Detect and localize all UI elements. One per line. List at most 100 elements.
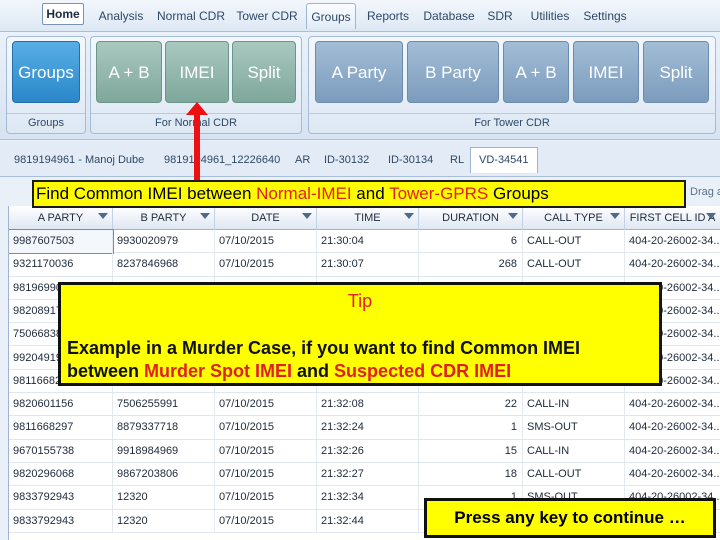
table-cell[interactable]: 07/10/2015 xyxy=(215,463,317,486)
filter-funnel-icon[interactable] xyxy=(404,213,414,219)
tab-tower-cdr[interactable]: Tower CDR xyxy=(234,3,300,29)
table-cell[interactable]: 9918984969 xyxy=(113,439,215,463)
table-cell[interactable]: 07/10/2015 xyxy=(215,416,317,440)
column-header[interactable]: DATE xyxy=(215,206,317,230)
table-cell[interactable]: 21:32:08 xyxy=(317,393,419,417)
table-cell[interactable]: 9670155738 xyxy=(9,439,113,463)
table-cell[interactable]: 9321170036 xyxy=(9,253,113,277)
column-header[interactable]: DURATION xyxy=(419,206,523,230)
table-cell[interactable]: CALL-IN xyxy=(523,439,625,463)
filter-funnel-icon[interactable] xyxy=(200,213,210,219)
table-cell[interactable]: 404-20-26002-34... xyxy=(625,416,720,439)
table-cell[interactable]: 7506255991 xyxy=(113,393,215,417)
tower-imei-button[interactable]: IMEI xyxy=(573,41,639,103)
table-cell[interactable]: 21:32:44 xyxy=(317,509,419,533)
table-cell[interactable]: 07/10/2015 xyxy=(215,486,317,510)
table-cell[interactable]: 9833792943 xyxy=(9,486,113,510)
tower-a-party-button[interactable]: A Party xyxy=(315,41,403,103)
table-cell[interactable]: CALL-OUT xyxy=(523,463,625,486)
doc-tab-ar[interactable]: AR xyxy=(295,149,310,171)
table-row[interactable]: 9987607503 9930020979 07/10/2015 21:30:04 6 C… xyxy=(9,229,720,254)
ribbon-group-tower-cdr: A Party B Party A + B IMEI Split For Tow… xyxy=(308,36,716,134)
tab-utilities[interactable]: Utilities xyxy=(522,3,578,29)
table-row[interactable]: 9820296068 9867203806 07/10/2015 21:32:27 18… xyxy=(9,463,720,487)
tower-b-party-button[interactable]: B Party xyxy=(407,41,499,103)
table-cell[interactable]: 9820601156 xyxy=(9,393,113,417)
normal-a-plus-b-button[interactable]: A + B xyxy=(96,41,162,103)
table-cell[interactable]: 22 xyxy=(419,393,523,417)
normal-imei-button[interactable]: IMEI xyxy=(165,41,229,103)
filter-funnel-icon[interactable] xyxy=(98,213,108,219)
table-cell[interactable]: 07/10/2015 xyxy=(215,230,317,253)
tab-normal-cdr[interactable]: Normal CDR xyxy=(154,3,228,29)
table-cell[interactable]: 9811668297 xyxy=(9,416,113,440)
filter-funnel-icon[interactable] xyxy=(508,213,518,219)
table-cell[interactable]: 07/10/2015 xyxy=(215,509,317,533)
groups-button[interactable]: Groups xyxy=(12,41,80,103)
banner-text: Find Common IMEI between xyxy=(36,184,257,203)
column-header[interactable]: TIME xyxy=(317,206,419,230)
table-cell[interactable]: 404-20-26002-34... xyxy=(625,393,720,416)
table-row[interactable]: 9820601156 7506255991 07/10/2015 21:32:08 22… xyxy=(9,393,720,417)
table-row[interactable]: 9670155738 9918984969 07/10/2015 21:32:26 15… xyxy=(9,439,720,463)
table-cell[interactable]: 21:32:24 xyxy=(317,416,419,440)
table-cell[interactable]: CALL-OUT xyxy=(523,230,625,253)
table-cell[interactable]: 21:32:34 xyxy=(317,486,419,510)
table-cell[interactable]: 18 xyxy=(419,463,523,486)
table-row[interactable]: 9321170036 8237846968 07/10/2015 21:30:07 26… xyxy=(9,253,720,277)
table-cell[interactable]: 21:32:27 xyxy=(317,463,419,486)
tower-a-plus-b-button[interactable]: A + B xyxy=(503,41,569,103)
table-cell[interactable]: 9833792943 xyxy=(9,509,113,533)
column-header[interactable]: B PARTY xyxy=(113,206,215,230)
tower-split-button[interactable]: Split xyxy=(643,41,709,103)
table-cell[interactable]: SMS-OUT xyxy=(523,416,625,440)
doc-tab-rl[interactable]: RL xyxy=(450,149,464,171)
table-cell[interactable]: 404-20-26002-34... xyxy=(625,463,720,486)
table-cell[interactable]: 07/10/2015 xyxy=(215,439,317,463)
table-cell[interactable]: 9820296068 xyxy=(9,463,113,486)
table-cell[interactable]: 9987607503 xyxy=(9,229,114,254)
table-cell[interactable]: 1 xyxy=(419,416,523,440)
table-cell[interactable]: 21:30:07 xyxy=(317,253,419,277)
table-cell[interactable]: CALL-IN xyxy=(523,393,625,417)
doc-tab-id-30134[interactable]: ID-30134 xyxy=(388,149,433,171)
table-cell[interactable]: 8237846968 xyxy=(113,253,215,277)
table-cell[interactable]: 8879337718 xyxy=(113,416,215,440)
table-cell[interactable]: 21:30:04 xyxy=(317,230,419,253)
table-cell[interactable]: 404-20-26002-34... xyxy=(625,440,720,463)
doc-tab-vd-34541[interactable]: VD-34541 xyxy=(470,147,538,173)
table-row[interactable]: 9811668297 8879337718 07/10/2015 21:32:24 1 S… xyxy=(9,416,720,440)
doc-tab-manoj-dube[interactable]: 9819194961 - Manoj Dube xyxy=(14,149,144,171)
table-cell[interactable]: 404-20-26002-34... xyxy=(625,230,720,253)
column-header[interactable]: FIRST CELL ID A xyxy=(625,206,720,230)
tab-sdr[interactable]: SDR xyxy=(484,3,516,29)
filter-funnel-icon[interactable] xyxy=(706,213,716,219)
table-cell[interactable]: 07/10/2015 xyxy=(215,253,317,277)
tab-groups[interactable]: Groups xyxy=(306,3,356,29)
table-cell[interactable]: 15 xyxy=(419,439,523,463)
table-cell[interactable]: CALL-OUT xyxy=(523,253,625,277)
table-cell[interactable]: 268 xyxy=(419,253,523,277)
normal-split-button[interactable]: Split xyxy=(232,41,296,103)
tab-settings[interactable]: Settings xyxy=(580,3,630,29)
table-cell[interactable]: 12320 xyxy=(113,509,215,533)
tab-analysis[interactable]: Analysis xyxy=(92,3,150,29)
tab-database[interactable]: Database xyxy=(420,3,478,29)
column-header[interactable]: A PARTY xyxy=(9,206,113,230)
doc-tab-id-30132[interactable]: ID-30132 xyxy=(324,149,369,171)
table-cell[interactable]: 404-20-26002-34... xyxy=(625,253,720,276)
table-cell[interactable]: 9930020979 xyxy=(113,230,215,253)
continue-prompt[interactable]: Press any key to continue … xyxy=(424,498,716,538)
column-header[interactable]: CALL TYPE xyxy=(523,206,625,230)
doc-tab-12226640[interactable]: 9819194961_12226640 xyxy=(164,149,280,171)
table-cell[interactable]: 6 xyxy=(419,230,523,253)
filter-funnel-icon[interactable] xyxy=(610,213,620,219)
table-cell[interactable]: 21:32:26 xyxy=(317,439,419,463)
table-cell[interactable]: 07/10/2015 xyxy=(215,393,317,417)
filter-funnel-icon[interactable] xyxy=(302,213,312,219)
table-cell[interactable]: 9867203806 xyxy=(113,463,215,486)
table-cell[interactable]: 12320 xyxy=(113,486,215,510)
menu-bar: Home Analysis Normal CDR Tower CDR Group… xyxy=(0,0,720,32)
tab-reports[interactable]: Reports xyxy=(362,3,414,29)
home-button[interactable]: Home xyxy=(42,3,84,25)
